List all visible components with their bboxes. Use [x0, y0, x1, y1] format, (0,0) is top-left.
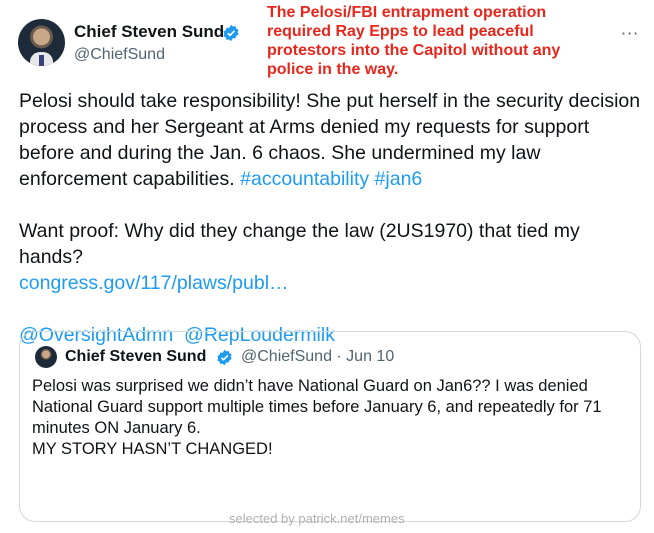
congress-link[interactable]: congress.gov/117/plaws/publ… — [19, 272, 289, 294]
meme-caption: The Pelosi/FBI entrapment operation requ… — [267, 4, 561, 78]
quoted-tweet-card[interactable]: Chief Steven Sund @ChiefSund · Jun 10 Pe… — [19, 331, 641, 522]
quoted-author-avatar[interactable] — [35, 346, 57, 368]
verified-badge-icon — [223, 24, 239, 42]
author-name[interactable]: Chief Steven Sund — [74, 22, 224, 42]
hashtag-accountability[interactable]: #accountability — [240, 168, 369, 190]
tweet-link-line: congress.gov/117/plaws/publ… — [19, 270, 644, 296]
author-avatar[interactable] — [18, 19, 65, 66]
tweet-text-2: Want proof: Why did they change the law … — [19, 220, 580, 268]
watermark-text: selected by patrick.net/memes — [229, 511, 405, 526]
hashtag-jan6[interactable]: #jan6 — [375, 168, 423, 190]
tweet-paragraph-2: Want proof: Why did they change the law … — [19, 218, 644, 270]
quoted-author-name[interactable]: Chief Steven Sund — [65, 348, 206, 366]
avatar-tie — [39, 55, 44, 66]
tweet-paragraph-1: Pelosi should take responsibility! She p… — [19, 88, 644, 192]
tweet-body: Pelosi should take responsibility! She p… — [19, 88, 644, 348]
quoted-handle-date[interactable]: @ChiefSund · Jun 10 — [241, 348, 394, 366]
quoted-line-2: MY STORY HASN’T CHANGED! — [32, 440, 273, 458]
quoted-line-1: Pelosi was surprised we didn’t have Nati… — [32, 377, 602, 437]
quoted-tweet-text: Pelosi was surprised we didn’t have Nati… — [32, 376, 632, 460]
author-handle[interactable]: @ChiefSund — [74, 46, 165, 64]
more-options-icon[interactable]: ··· — [621, 24, 639, 43]
quoted-verified-badge-icon — [217, 349, 232, 366]
